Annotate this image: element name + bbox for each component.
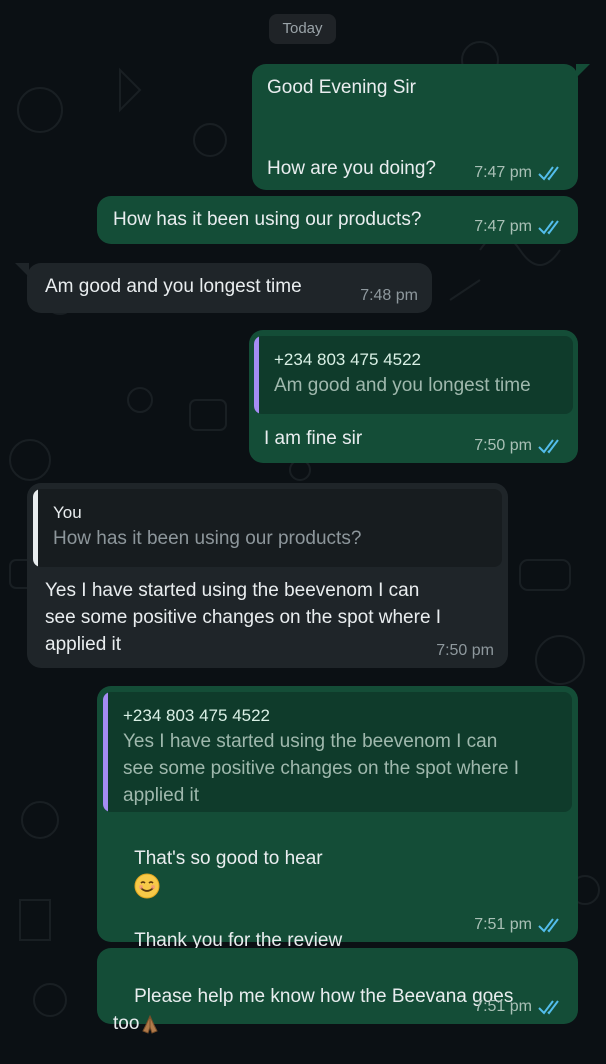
quoted-author: +234 803 475 4522 [274,350,422,369]
quoted-author: +234 803 475 4522 [123,706,271,725]
message-text: Am good and you longest time [45,276,302,297]
message-time: 7:47 pm [474,218,532,235]
message-text: I am fine sir [264,428,363,449]
message-time: 7:51 pm [474,916,532,933]
message-text: How are you doing? [267,158,436,179]
message-time: 7:50 pm [436,642,494,659]
bubble-tail [15,263,29,277]
double-check-icon [538,999,559,1015]
message-text: Good Evening Sir [267,77,416,98]
quoted-text: How has it been using our products? [53,528,362,549]
message-time: 7:48 pm [360,287,418,304]
message-text: Please help me know how the Beevana goes… [113,986,514,1034]
message-text: How has it been using our products? [113,209,422,230]
message-bubble-outgoing[interactable]: +234 803 475 4522 Yes I have started usi… [97,686,578,978]
message-time: 7:50 pm [474,437,532,454]
quoted-author: You [53,503,82,522]
message-time: 7:47 pm [474,164,532,181]
quoted-text: Yes I have started using the beevenom I … [123,731,520,806]
message-bubble-incoming[interactable]: You How has it been using our products? … [27,483,508,668]
message-text: Yes I have started using the beevenom I … [45,580,442,655]
message-time: 7:51 pm [474,998,532,1015]
quoted-message[interactable]: +234 803 475 4522 Yes I have started usi… [103,692,572,812]
double-check-icon [538,917,559,933]
double-check-icon [538,219,559,235]
message-text: That's so good to hear [134,848,323,869]
quoted-text: Am good and you longest time [274,375,531,396]
quoted-message[interactable]: You How has it been using our products? [33,489,502,567]
smiling-face-emoji [134,873,160,899]
bubble-tail [576,64,590,78]
message-text-line: Please help me know how the Beevana goes… [113,956,513,1064]
quote-bar [103,692,108,812]
message-bubble-incoming[interactable]: Am good and you longest time 7:48 pm [27,263,432,313]
quote-bar [254,336,259,414]
quote-bar [33,489,38,567]
message-bubble-outgoing[interactable]: Good Evening Sir How are you doing? 7:47… [252,64,578,190]
quoted-message[interactable]: +234 803 475 4522 Am good and you longes… [254,336,573,414]
date-separator: Today [269,14,336,44]
message-bubble-outgoing[interactable]: Please help me know how the Beevana goes… [97,948,578,1034]
double-check-icon [538,438,559,454]
message-bubble-outgoing[interactable]: How has it been using our products? 7:47… [97,196,578,244]
message-bubble-outgoing[interactable]: +234 803 475 4522 Am good and you longes… [249,330,578,463]
double-check-icon [538,165,559,181]
